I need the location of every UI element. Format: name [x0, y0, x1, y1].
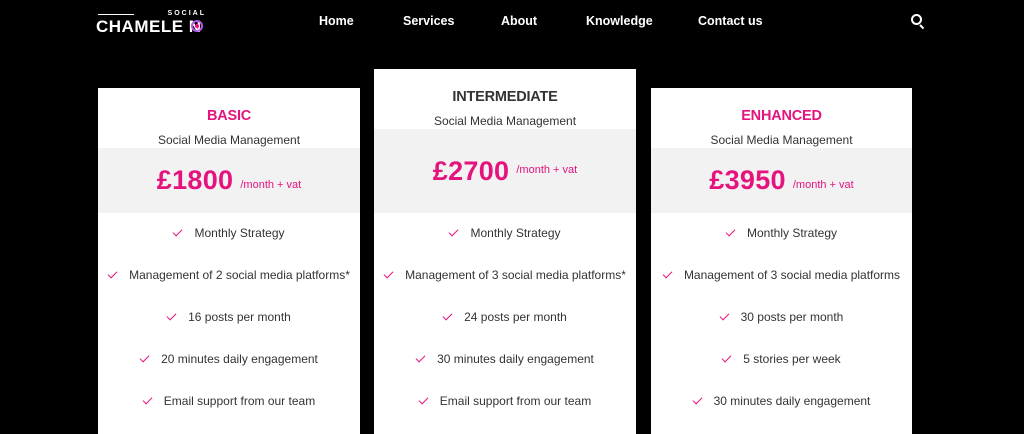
chameleon-eye-icon: [191, 20, 203, 32]
check-icon: [139, 352, 150, 363]
feature-item: 30 minutes daily engagement: [651, 391, 912, 411]
feature-item: Monthly Strategy: [98, 223, 360, 243]
social-chameleon-logo[interactable]: SOCIAL CHAMELE N: [96, 10, 210, 38]
plan-name: INTERMEDIATE: [452, 89, 558, 105]
plan-period: /month + vat: [516, 164, 578, 176]
plan-subtitle: Social Media Management: [710, 133, 853, 147]
nav-knowledge[interactable]: Knowledge: [586, 14, 653, 28]
search-icon[interactable]: [910, 13, 926, 30]
logo-tagline: SOCIAL: [167, 10, 206, 17]
check-icon: [173, 226, 183, 237]
plan-card-enhanced: ENHANCED Social Media Management £3950 /…: [651, 88, 912, 434]
feature-item: Email support from our team: [374, 391, 636, 411]
feature-item: 24 posts per month: [374, 307, 636, 327]
check-icon: [662, 268, 673, 279]
plan-price: £1800: [156, 165, 234, 195]
plan-period: /month + vat: [240, 178, 302, 191]
check-icon: [719, 310, 730, 321]
feature-item: 30 posts per month: [651, 307, 912, 327]
check-icon: [442, 310, 453, 321]
check-icon: [383, 268, 394, 279]
plan-subtitle: Social Media Management: [157, 133, 301, 147]
plan-card-intermediate: INTERMEDIATE Social Media Management £27…: [374, 69, 636, 434]
check-icon: [142, 394, 153, 405]
feature-item: 30 minutes daily engagement: [374, 349, 636, 369]
nav-services[interactable]: Services: [403, 14, 454, 28]
feature-item: 5 stories per week: [651, 349, 912, 369]
price-band: £3950 /month + vat: [651, 148, 912, 213]
feature-item: Management of 3 social media platforms: [651, 265, 912, 285]
plan-price: £2700: [432, 156, 510, 186]
feature-item: Email support from our team: [98, 391, 360, 411]
check-icon: [418, 394, 429, 405]
plan-card-basic: BASIC Social Media Management £1800 /mon…: [98, 88, 360, 434]
feature-item: 20 minutes daily engagement: [98, 349, 360, 369]
logo-wordmark: CHAMELE N: [96, 17, 202, 36]
feature-item: Monthly Strategy: [374, 223, 636, 243]
site-header: SOCIAL CHAMELE N Home Services About Kno…: [0, 0, 1024, 44]
plan-subtitle: Social Media Management: [433, 114, 577, 128]
check-icon: [415, 352, 426, 363]
price-band: £2700 /month + vat: [374, 129, 636, 213]
check-icon: [166, 310, 177, 321]
plan-price: £3950: [709, 165, 786, 195]
price-band: £1800 /month + vat: [98, 148, 360, 213]
feature-item: Management of 2 social media platforms*: [98, 265, 360, 285]
check-icon: [725, 226, 736, 237]
nav-contact-us[interactable]: Contact us: [698, 14, 763, 28]
nav-home[interactable]: Home: [319, 14, 354, 28]
feature-item: 16 posts per month: [98, 307, 360, 327]
check-icon: [107, 268, 118, 279]
plan-name: ENHANCED: [741, 108, 822, 124]
check-icon: [692, 394, 703, 405]
check-icon: [721, 352, 732, 363]
check-icon: [449, 226, 459, 237]
feature-item: Monthly Strategy: [651, 223, 912, 243]
feature-item: Management of 3 social media platforms*: [374, 265, 636, 285]
plan-name: BASIC: [206, 108, 252, 124]
plan-period: /month + vat: [792, 178, 854, 191]
nav-about[interactable]: About: [501, 14, 537, 28]
